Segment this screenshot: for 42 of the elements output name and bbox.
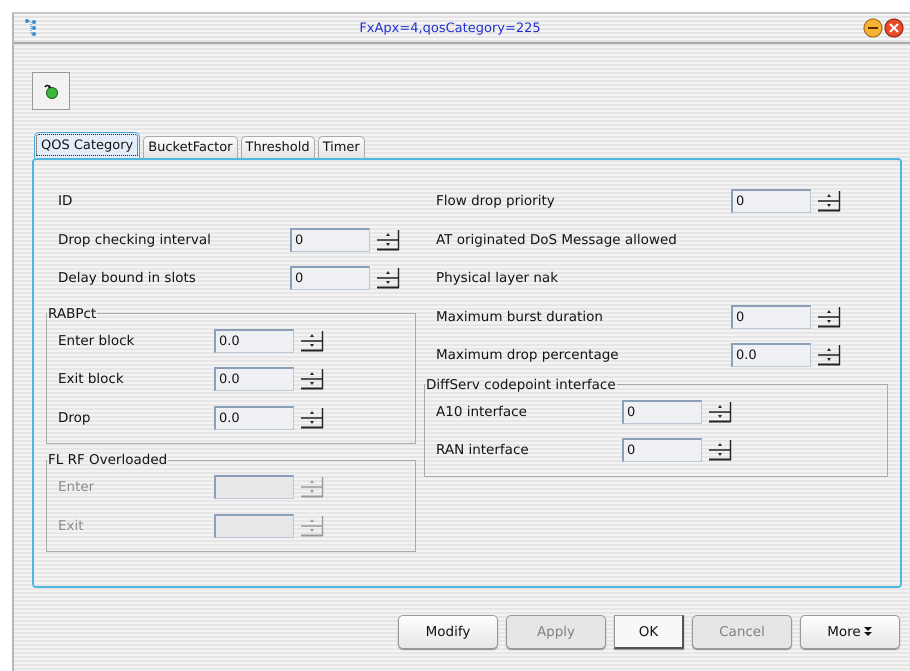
field-label: Enter block	[58, 332, 136, 349]
spinner-arrows-icon[interactable]	[300, 330, 324, 352]
dialog-button[interactable]: OK	[614, 615, 684, 649]
spinner-arrows-icon[interactable]	[376, 228, 400, 251]
refresh-button[interactable]	[32, 72, 70, 110]
field-label: Exit block	[58, 371, 125, 388]
field-label: Drop	[58, 410, 92, 426]
window-title: FxApx=4,qosCategory=225	[358, 20, 542, 36]
tab[interactable]: QOS Category	[34, 132, 140, 158]
field-label: Delay bound in slots	[58, 270, 197, 286]
spinner-arrows-icon[interactable]	[300, 368, 324, 390]
spinner-arrows-icon[interactable]	[708, 400, 732, 423]
field-label: Flow drop priority	[436, 193, 556, 210]
spinner-arrows-icon[interactable]	[817, 190, 841, 212]
field-label: ID	[58, 193, 74, 210]
field-label: A10 interface	[436, 404, 528, 420]
field-label: Maximum drop percentage	[436, 347, 620, 364]
tree-icon	[24, 18, 38, 38]
field-label: Exit	[58, 518, 85, 534]
field-label: Enter	[58, 479, 96, 496]
close-icon[interactable]	[884, 18, 904, 38]
group-title: RABPct	[47, 306, 98, 322]
minimize-icon[interactable]	[863, 18, 883, 38]
more-button[interactable]: More	[800, 615, 900, 649]
field-label: Physical layer nak	[436, 270, 560, 286]
tab[interactable]: BucketFactor	[143, 136, 238, 158]
spinner-arrows-icon[interactable]	[300, 406, 324, 429]
ball-icon	[43, 83, 59, 99]
spinner-arrows-icon[interactable]	[817, 344, 841, 366]
tab[interactable]: Timer	[318, 136, 365, 158]
field-label: Maximum burst duration	[436, 308, 604, 325]
field-label: AT originated DoS Message allowed	[436, 232, 678, 248]
double-down-arrow-icon	[862, 627, 873, 637]
tab[interactable]: Threshold	[240, 136, 315, 158]
group-title: DiffServ codepoint interface	[425, 376, 617, 392]
dialog-button[interactable]: Modify	[398, 615, 498, 649]
spinner-arrows-icon[interactable]	[708, 439, 732, 462]
spinner-arrows-icon[interactable]	[817, 306, 841, 328]
field-label: RAN interface	[436, 442, 530, 458]
spinner-arrows-icon[interactable]	[376, 267, 400, 290]
group-title: FL RF Overloaded	[47, 452, 168, 468]
field-label: Drop checking interval	[58, 232, 212, 248]
